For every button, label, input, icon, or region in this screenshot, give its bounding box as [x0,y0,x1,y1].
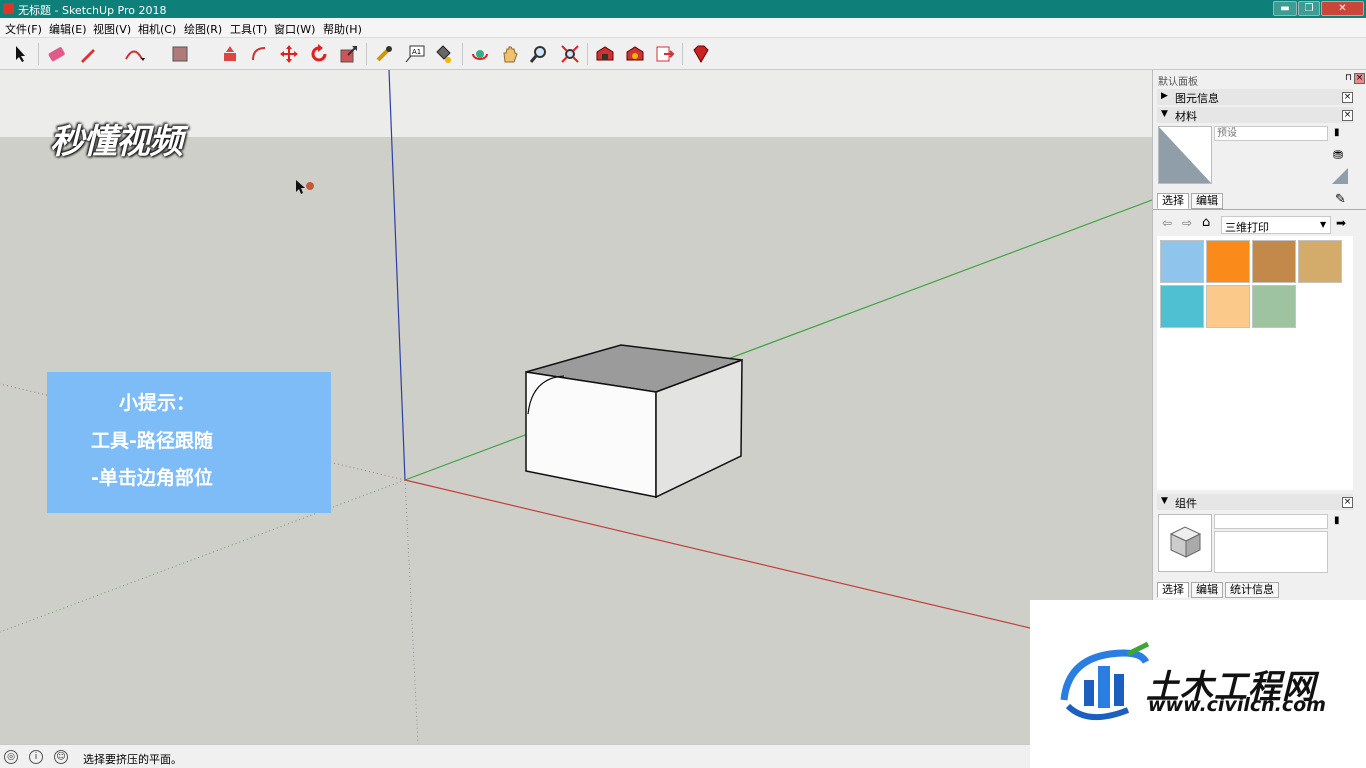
toolbar: A1 [0,38,1366,70]
material-swatch[interactable] [1206,285,1250,328]
paint-bucket-icon[interactable] [431,42,455,66]
window-title: 无标题 - SketchUp Pro 2018 [18,4,167,17]
menu-view[interactable]: 视图(V) [93,21,131,37]
default-material-icon[interactable] [1332,168,1348,184]
chevron-down-icon: ▼ [1320,220,1327,229]
rotate-tool-icon[interactable] [307,42,331,66]
orbit-tool-icon[interactable] [468,42,492,66]
menu-draw[interactable]: 绘图(R) [184,21,222,37]
ruby-console-icon[interactable] [688,42,712,66]
components-tab-stats[interactable]: 统计信息 [1225,582,1279,598]
component-description-input[interactable] [1214,531,1328,573]
details-arrow-icon[interactable]: ➡ [1336,216,1346,230]
modeling-viewport[interactable]: 秒懂视频 小提示： 工具-路径跟随 -单击边角部位 [0,70,1152,744]
user-icon[interactable]: ☺ [54,750,68,764]
menu-camera[interactable]: 相机(C) [138,21,176,37]
send-to-layout-icon[interactable] [653,42,677,66]
forward-arrow-icon[interactable]: ⇨ [1182,216,1192,230]
geolocation-icon[interactable]: ◎ [4,750,18,764]
components-tab-edit[interactable]: 编辑 [1191,582,1223,598]
back-arrow-icon[interactable]: ⇦ [1162,216,1172,230]
material-swatch[interactable] [1298,240,1342,283]
tray-close-icon[interactable]: × [1354,73,1365,84]
default-tray: 默认面板 ⊓ × ▶ 图元信息 × ▼ 材料 × ▮ ⛃ 选择 编辑 ✎ ⇦ ⇨… [1152,70,1366,600]
materials-tab-edit[interactable]: 编辑 [1191,193,1223,209]
zoom-tool-icon[interactable] [527,42,551,66]
create-material-icon[interactable]: ⛃ [1333,148,1343,162]
component-preview [1158,514,1212,572]
material-swatch[interactable] [1160,240,1204,283]
push-pull-tool-icon[interactable] [218,42,242,66]
materials-close-icon[interactable]: × [1342,110,1353,121]
status-text: 选择要挤压的平面。 [83,753,182,766]
menu-help[interactable]: 帮助(H) [323,21,362,37]
3d-warehouse-icon[interactable] [593,42,617,66]
menu-edit[interactable]: 编辑(E) [49,21,87,37]
tape-measure-icon[interactable] [372,42,396,66]
component-name-input[interactable] [1214,514,1328,529]
civilcn-logo-icon [1060,641,1150,721]
library-select[interactable]: 三维打印 ▼ [1221,216,1331,234]
tray-title: 默认面板 [1158,77,1198,88]
offset-tool-icon[interactable] [247,42,271,66]
hint-line-tool: 工具-路径跟随 [91,430,213,452]
components-tab-select[interactable]: 选择 [1157,582,1189,598]
materials-header[interactable]: ▼ 材料 [1157,107,1353,123]
svg-text:A1: A1 [412,48,421,56]
hint-box: 小提示： 工具-路径跟随 -单击边角部位 [47,372,331,513]
eraser-tool-icon[interactable] [44,42,68,66]
video-logo: 秒懂视频 [50,122,183,162]
component-secondary-icon[interactable]: ▮ [1334,515,1340,526]
push-pull-cursor-icon [296,180,314,194]
menu-bar: 文件(F) 编辑(E) 视图(V) 相机(C) 绘图(R) 工具(T) 窗口(W… [0,18,1366,38]
home-icon[interactable]: ⌂ [1202,215,1210,230]
move-tool-icon[interactable] [277,42,301,66]
red-axis [404,479,1031,629]
material-swatch[interactable] [1252,240,1296,283]
green-axis [404,199,1152,481]
collapsed-triangle-icon: ▶ [1161,91,1168,101]
text-tool-icon[interactable]: A1 [403,42,427,66]
blue-axis-negative [404,479,419,744]
menu-window[interactable]: 窗口(W) [274,21,315,37]
civilcn-url: www.civilcn.com [1148,694,1326,716]
pan-tool-icon[interactable] [498,42,522,66]
info-icon[interactable]: i [29,750,43,764]
arc-tool-icon[interactable] [122,42,146,66]
sketchup-app-icon [3,3,14,14]
scale-tool-icon[interactable] [337,42,361,66]
material-swatch[interactable] [1160,285,1204,328]
display-secondary-icon[interactable]: ▮ [1334,127,1340,138]
menu-file[interactable]: 文件(F) [5,21,42,37]
components-close-icon[interactable]: × [1342,497,1353,508]
title-bar: 无标题 - SketchUp Pro 2018 ▬ ❐ ✕ [0,0,1366,18]
hint-title: 小提示： [119,392,196,414]
maximize-button[interactable]: ❐ [1298,1,1320,16]
blue-axis [388,70,406,481]
sample-paint-icon[interactable]: ✎ [1335,192,1346,207]
zoom-extents-icon[interactable] [558,42,582,66]
extension-warehouse-icon[interactable] [623,42,647,66]
pencil-tool-icon[interactable] [76,42,100,66]
civilcn-watermark: 土木工程网 www.civilcn.com [1030,600,1366,768]
box-model[interactable] [525,344,743,499]
material-preview [1158,126,1212,184]
minimize-button[interactable]: ▬ [1273,1,1297,16]
close-button[interactable]: ✕ [1321,1,1364,16]
components-header[interactable]: ▼ 组件 [1157,494,1353,510]
menu-tools[interactable]: 工具(T) [230,21,267,37]
materials-tab-select[interactable]: 选择 [1157,193,1189,209]
expanded-triangle-icon: ▼ [1161,496,1168,506]
entity-info-header[interactable]: ▶ 图元信息 [1157,89,1353,105]
material-swatch[interactable] [1206,240,1250,283]
expanded-triangle-icon: ▼ [1161,109,1168,119]
entity-info-close-icon[interactable]: × [1342,92,1353,103]
select-tool-icon[interactable] [9,42,33,66]
pin-icon[interactable]: ⊓ [1345,73,1352,83]
hint-line-click: -单击边角部位 [91,467,213,489]
shape-tool-icon[interactable] [168,42,192,66]
material-name-input[interactable] [1214,126,1328,141]
material-swatch[interactable] [1252,285,1296,328]
